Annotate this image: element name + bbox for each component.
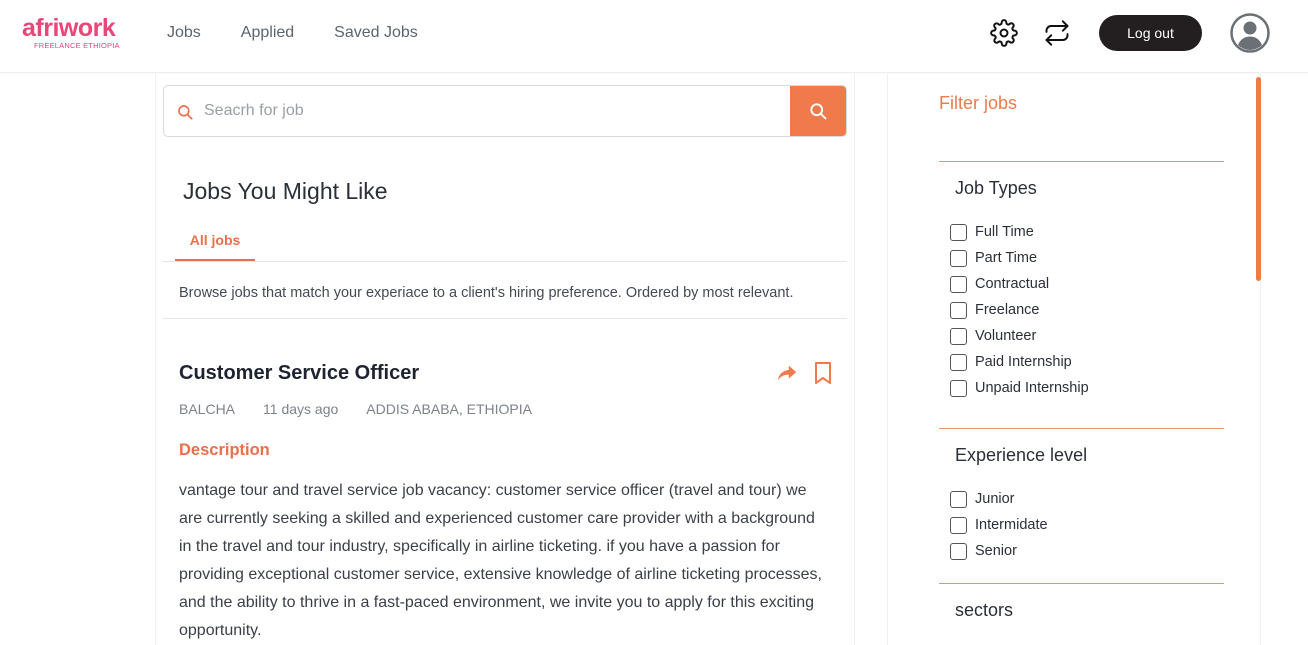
- filter-freelance[interactable]: Freelance: [950, 297, 1089, 323]
- checkbox[interactable]: [950, 542, 967, 560]
- filter-senior[interactable]: Senior: [950, 538, 1048, 564]
- section-divider: [163, 318, 847, 319]
- checkbox[interactable]: [950, 327, 967, 345]
- search-button[interactable]: [790, 86, 846, 136]
- main-nav: Jobs Applied Saved Jobs: [167, 23, 418, 43]
- checkbox[interactable]: [950, 249, 967, 267]
- tab-divider: [163, 261, 847, 262]
- filter-label: Freelance: [975, 302, 1040, 318]
- filter-full-time[interactable]: Full Time: [950, 219, 1089, 245]
- filter-scrollbar[interactable]: [1256, 77, 1261, 281]
- nav-saved-jobs[interactable]: Saved Jobs: [334, 23, 418, 43]
- job-location: ADDIS ABABA, ETHIOPIA: [366, 401, 532, 417]
- page-title: Jobs You Might Like: [183, 178, 388, 204]
- filter-label: Intermidate: [975, 517, 1048, 533]
- sectors-heading: sectors: [955, 600, 1014, 620]
- job-meta: BALCHA 11 days ago ADDIS ABABA, ETHIOPIA: [179, 401, 560, 417]
- job-description: vantage tour and travel service job vaca…: [179, 482, 822, 639]
- filter-title: Filter jobs: [939, 93, 1018, 113]
- user-avatar-icon[interactable]: [1230, 13, 1270, 53]
- job-types-list: Full Time Part Time Contractual Freelanc…: [950, 219, 1089, 401]
- filter-label: Unpaid Internship: [975, 380, 1089, 396]
- job-title[interactable]: Customer Service Officer: [179, 362, 419, 385]
- filter-label: Junior: [975, 491, 1015, 507]
- checkbox[interactable]: [950, 490, 967, 508]
- checkbox[interactable]: [950, 379, 967, 397]
- search-icon: [176, 103, 194, 121]
- filter-label: Paid Internship: [975, 354, 1072, 370]
- share-icon[interactable]: [776, 362, 798, 384]
- filter-label: Volunteer: [975, 328, 1037, 344]
- nav-jobs[interactable]: Jobs: [167, 23, 201, 43]
- experience-heading: Experience level: [955, 445, 1088, 465]
- afriwork-logo[interactable]: afriwork FREELANCE ETHIOPIA: [22, 14, 132, 54]
- search-icon: [810, 103, 827, 120]
- filter-junior[interactable]: Junior: [950, 486, 1048, 512]
- bookmark-icon[interactable]: [813, 361, 833, 385]
- experience-list: Junior Intermidate Senior: [950, 486, 1048, 564]
- logo-wordmark: afriwork: [22, 14, 116, 42]
- checkbox[interactable]: [950, 516, 967, 534]
- filter-label: Senior: [975, 543, 1017, 559]
- filter-intermediate[interactable]: Intermidate: [950, 512, 1048, 538]
- filter-paid-internship[interactable]: Paid Internship: [950, 349, 1089, 375]
- filter-label: Contractual: [975, 276, 1050, 292]
- checkbox[interactable]: [950, 275, 967, 293]
- logo-subtitle: FREELANCE ETHIOPIA: [34, 41, 120, 50]
- filter-unpaid-internship[interactable]: Unpaid Internship: [950, 375, 1089, 401]
- checkbox[interactable]: [950, 223, 967, 241]
- filter-label: Part Time: [975, 250, 1038, 266]
- top-header: afriwork FREELANCE ETHIOPIA Jobs Applied…: [0, 0, 1308, 73]
- checkbox[interactable]: [950, 301, 967, 319]
- job-company: BALCHA: [179, 401, 236, 417]
- switch-role-icon[interactable]: [1043, 19, 1071, 47]
- filter-contractual[interactable]: Contractual: [950, 271, 1089, 297]
- nav-applied[interactable]: Applied: [241, 23, 294, 43]
- job-posted-time: 11 days ago: [263, 401, 339, 417]
- search-input[interactable]: [204, 86, 784, 136]
- filter-divider: [939, 428, 1224, 429]
- checkbox[interactable]: [950, 353, 967, 371]
- filter-label: Full Time: [975, 224, 1034, 240]
- filter-divider: [939, 161, 1224, 162]
- filter-volunteer[interactable]: Volunteer: [950, 323, 1089, 349]
- settings-gear-icon[interactable]: [990, 19, 1018, 47]
- job-search-bar: [163, 85, 847, 137]
- job-types-heading: Job Types: [955, 178, 1037, 198]
- tab-all-jobs[interactable]: All jobs: [175, 229, 255, 262]
- browse-hint-text: Browse jobs that match your experiace to…: [179, 285, 794, 301]
- filter-part-time[interactable]: Part Time: [950, 245, 1089, 271]
- description-heading: Description: [179, 441, 270, 459]
- filter-divider: [939, 583, 1224, 584]
- logout-button[interactable]: Log out: [1099, 15, 1202, 51]
